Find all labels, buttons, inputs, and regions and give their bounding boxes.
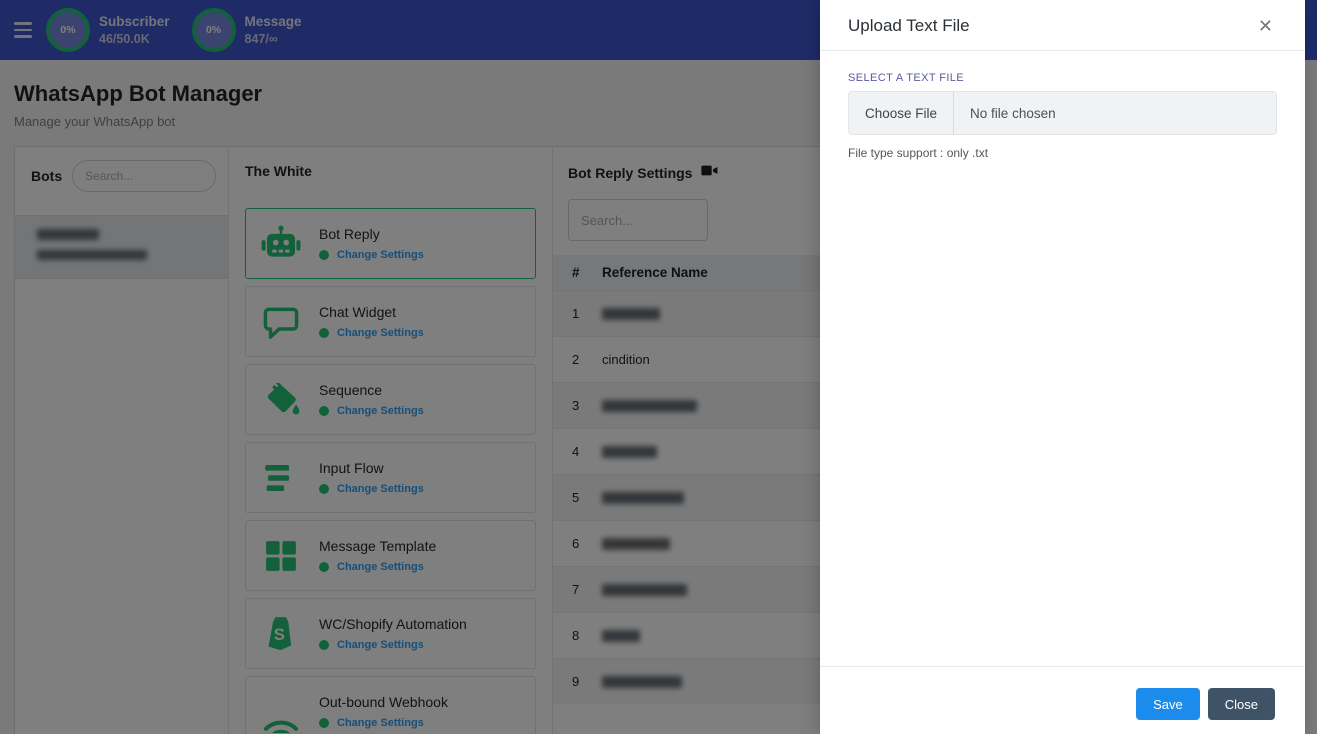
select-file-label: SELECT A TEXT FILE: [848, 72, 965, 84]
file-type-helper-text: File type support : only .txt: [848, 146, 989, 160]
modal-title: Upload Text File: [848, 16, 970, 35]
close-button[interactable]: Close: [1207, 688, 1275, 720]
file-upload-input[interactable]: Choose File No file chosen: [848, 91, 1277, 135]
upload-text-file-modal: Upload Text File ✕ SELECT A TEXT FILE Ch…: [820, 0, 1305, 734]
no-file-chosen-text: No file chosen: [970, 105, 1056, 121]
save-button[interactable]: Save: [1136, 688, 1200, 720]
close-icon[interactable]: ✕: [1254, 15, 1277, 37]
choose-file-button[interactable]: Choose File: [849, 92, 955, 134]
